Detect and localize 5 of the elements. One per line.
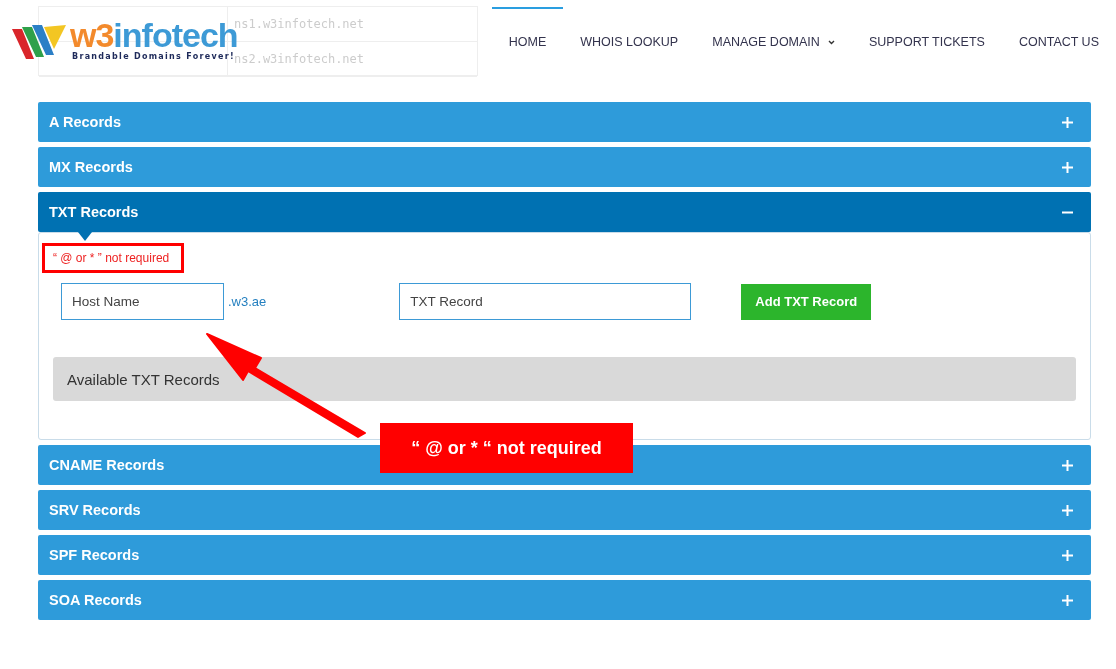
- available-records-header: Available TXT Records: [53, 357, 1076, 401]
- note-text: “ @ or * ” not required: [42, 243, 185, 273]
- annotation-tooltip: “ @ or * “ not required: [380, 423, 633, 473]
- domain-suffix: .w3.ae: [228, 294, 267, 309]
- logo-tagline: Brandable Domains Forever!: [72, 52, 235, 61]
